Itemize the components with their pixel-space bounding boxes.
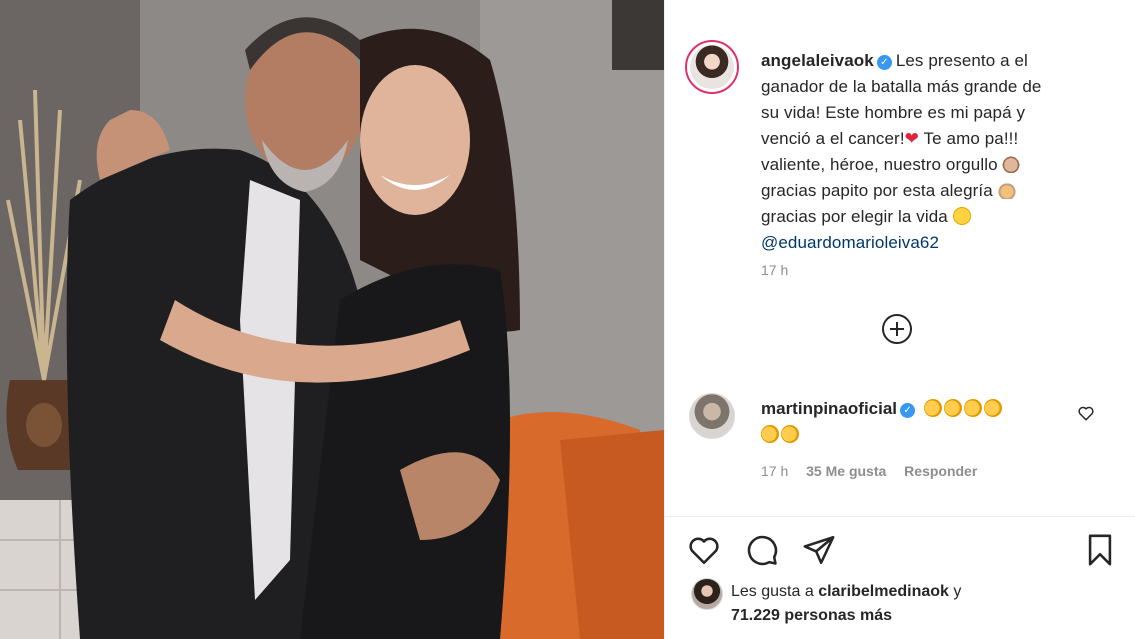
verified-badge-icon: ✓	[876, 55, 892, 70]
red-heart-emoji-icon: ❤	[904, 129, 920, 148]
caption-line-4: venció a el cancer!	[761, 129, 905, 148]
clapping-hands-emoji-icon	[963, 399, 982, 417]
caption-line-1: Les presento a el	[895, 51, 1028, 70]
liker-avatar[interactable]	[691, 578, 723, 610]
plus-circle-icon[interactable]	[882, 314, 912, 344]
smiling-face-emoji-icon	[952, 207, 971, 225]
likes-joiner: y	[953, 583, 962, 600]
mention-link[interactable]: @eduardomarioleiva62	[761, 233, 939, 252]
raising-hands-emoji-icon	[1002, 155, 1021, 173]
owner-username[interactable]: angelaleivaok	[761, 51, 874, 70]
caption-line-8: gracias por elegir la vida	[761, 207, 948, 226]
caption-line-2: ganador de la batalla más grande de	[761, 77, 1042, 96]
reply-button[interactable]: Responder	[904, 463, 977, 479]
post-caption: angelaleivaok ✓ Les presento a el ganador …	[761, 48, 1106, 256]
post-photo[interactable]	[0, 0, 664, 639]
comment-time[interactable]: 17 h	[761, 463, 788, 479]
commenter-avatar[interactable]	[689, 393, 735, 439]
comment-meta: 17 h 35 Me gusta Responder	[761, 463, 991, 479]
clapping-hands-emoji-icon	[923, 399, 942, 417]
clapping-hands-emoji-icon	[983, 399, 1002, 417]
heart-icon[interactable]	[687, 533, 721, 567]
post-side-panel: angelaleivaok ✓ Les presento a el ganador …	[664, 0, 1135, 639]
photo-illustration	[0, 0, 664, 639]
folded-hands-emoji-icon	[997, 181, 1016, 199]
clapping-hands-emoji-icon	[761, 425, 779, 443]
comment-like-heart-icon[interactable]	[1077, 404, 1095, 422]
paper-plane-icon[interactable]	[802, 533, 836, 567]
likes-summary: Les gusta a claribelmedinaok y 71.229 pe…	[731, 580, 1051, 628]
clapping-hands-emoji-icon	[943, 399, 962, 417]
commenter-username[interactable]: martinpinaoficial	[761, 399, 897, 418]
caption-line-5: Te amo pa!!!	[923, 129, 1019, 148]
liker-username[interactable]: claribelmedinaok	[818, 583, 949, 600]
post-time[interactable]: 17 h	[761, 262, 788, 278]
clapping-hands-emoji-icon	[781, 425, 799, 443]
divider	[665, 516, 1135, 517]
speech-bubble-icon[interactable]	[745, 533, 779, 567]
comment-likes-count[interactable]: 35 Me gusta	[806, 463, 886, 479]
caption-line-3: su vida! Este hombre es mi papá y	[761, 103, 1026, 122]
verified-badge-icon: ✓	[900, 403, 916, 418]
caption-line-6: valiente, héroe, nuestro orgullo	[761, 155, 998, 174]
owner-avatar[interactable]	[685, 40, 739, 94]
bookmark-icon[interactable]	[1083, 533, 1117, 567]
caption-line-7: gracias papito por esta alegría	[761, 181, 993, 200]
comment-item: martinpinaoficial ✓	[761, 396, 1061, 448]
likes-count[interactable]: 71.229 personas más	[731, 607, 892, 624]
likes-prefix: Les gusta a	[731, 583, 814, 600]
